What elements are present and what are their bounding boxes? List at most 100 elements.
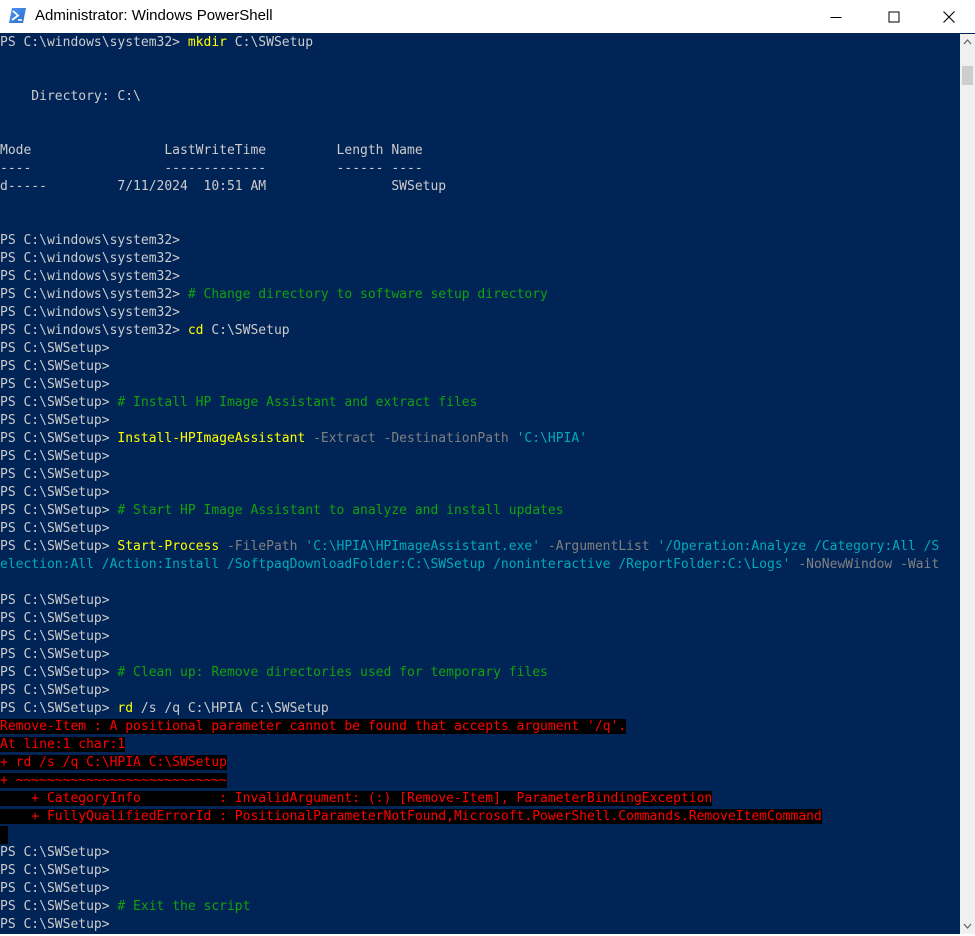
- console-line: PS C:\SWSetup>: [0, 646, 960, 664]
- console-line: Remove-Item : A positional parameter can…: [0, 718, 960, 736]
- console-line: + rd /s /q C:\HPIA C:\SWSetup: [0, 754, 960, 772]
- string-token: 'C:\HPIA': [516, 431, 588, 446]
- powershell-window: Administrator: Windows PowerShell PS C:\…: [0, 0, 975, 936]
- scroll-thumb[interactable]: [962, 66, 973, 85]
- console-line: PS C:\SWSetup> # Start HP Image Assistan…: [0, 502, 960, 520]
- command-token: Start-Process: [117, 539, 220, 554]
- parameter-token: -NoNewWindow -Wait: [790, 557, 940, 572]
- title-bar[interactable]: Administrator: Windows PowerShell: [0, 0, 975, 33]
- console-line: d----- 7/11/2024 10:51 AM SWSetup: [0, 178, 960, 196]
- console-line: Mode LastWriteTime Length Name: [0, 142, 960, 160]
- comment-token: # Start HP Image Assistant to analyze an…: [117, 503, 564, 518]
- close-button[interactable]: [923, 0, 975, 33]
- console-text: PS C:\SWSetup>: [0, 449, 110, 464]
- console-line: PS C:\SWSetup>: [0, 844, 960, 862]
- console-text: PS C:\SWSetup>: [0, 593, 110, 608]
- console-text: PS C:\SWSetup>: [0, 359, 110, 374]
- console-text: PS C:\SWSetup>: [0, 683, 110, 698]
- console-line: PS C:\windows\system32>: [0, 250, 960, 268]
- console-line: PS C:\windows\system32> cd C:\SWSetup: [0, 322, 960, 340]
- console-line: PS C:\SWSetup>: [0, 358, 960, 376]
- parameter-token: -FilePath: [219, 539, 306, 554]
- console-line: PS C:\SWSetup>: [0, 484, 960, 502]
- error-text: + FullyQualifiedErrorId : PositionalPara…: [0, 809, 822, 824]
- console-output[interactable]: PS C:\windows\system32> mkdir C:\SWSetup…: [0, 34, 960, 934]
- console-text: PS C:\SWSetup>: [0, 701, 118, 716]
- console-text: PS C:\SWSetup>: [0, 647, 110, 662]
- console-text: PS C:\SWSetup>: [0, 611, 110, 626]
- console-line: PS C:\windows\system32>: [0, 268, 960, 286]
- console-line: PS C:\SWSetup> Start-Process -FilePath '…: [0, 538, 960, 556]
- vertical-scrollbar[interactable]: [960, 34, 975, 934]
- scroll-up-button[interactable]: [960, 34, 975, 51]
- console-text: PS C:\SWSetup>: [0, 413, 110, 428]
- console-line: + FullyQualifiedErrorId : PositionalPara…: [0, 808, 960, 826]
- console-line: PS C:\SWSetup> # Exit the script: [0, 898, 960, 916]
- string-token: election:All /Action:Install /SoftpaqDow…: [0, 557, 791, 572]
- comment-token: # Clean up: Remove directories used for …: [117, 665, 548, 680]
- console-line: PS C:\SWSetup> rd /s /q C:\HPIA C:\SWSet…: [0, 700, 960, 718]
- command-token: Install-HPImageAssistant: [117, 431, 306, 446]
- console-line: ---- ------------- ------ ----: [0, 160, 960, 178]
- console-text: PS C:\SWSetup>: [0, 665, 118, 680]
- console-text: C:\SWSetup: [203, 323, 290, 338]
- error-text: Remove-Item : A positional parameter can…: [0, 719, 627, 734]
- console-line: At line:1 char:1: [0, 736, 960, 754]
- command-token: rd: [117, 701, 134, 716]
- console-text: PS C:\SWSetup>: [0, 629, 110, 644]
- console-text: d----- 7/11/2024 10:51 AM SWSetup: [0, 179, 447, 194]
- console-text: PS C:\windows\system32>: [0, 35, 188, 50]
- console-line: PS C:\SWSetup>: [0, 340, 960, 358]
- console-line: PS C:\SWSetup> Install-HPImageAssistant …: [0, 430, 960, 448]
- comment-token: # Install HP Image Assistant and extract…: [117, 395, 478, 410]
- console-line: PS C:\SWSetup>: [0, 520, 960, 538]
- console-text: PS C:\windows\system32>: [0, 251, 181, 266]
- console-line: + CategoryInfo : InvalidArgument: (:) [R…: [0, 790, 960, 808]
- scroll-up-arrow-icon: [960, 36, 975, 55]
- console-line: PS C:\SWSetup>: [0, 466, 960, 484]
- console-line: PS C:\SWSetup> # Install HP Image Assist…: [0, 394, 960, 412]
- console-line: PS C:\SWSetup> # Clean up: Remove direct…: [0, 664, 960, 682]
- string-token: '/Operation:Analyze /Category:All /S: [657, 539, 940, 554]
- console-text: PS C:\SWSetup>: [0, 899, 118, 914]
- console-line: PS C:\windows\system32>: [0, 304, 960, 322]
- console-line: PS C:\SWSetup>: [0, 592, 960, 610]
- console-text: PS C:\SWSetup>: [0, 485, 110, 500]
- console-line: PS C:\SWSetup>: [0, 916, 960, 934]
- console-text: PS C:\SWSetup>: [0, 845, 110, 860]
- error-text: At line:1 char:1: [0, 737, 126, 752]
- console-text: PS C:\SWSetup>: [0, 467, 110, 482]
- comment-token: # Change directory to software setup dir…: [187, 287, 548, 302]
- console-line: PS C:\windows\system32> mkdir C:\SWSetup: [0, 34, 960, 52]
- minimize-button[interactable]: [807, 0, 865, 33]
- console-line: [0, 826, 960, 844]
- scroll-down-button[interactable]: [960, 917, 975, 934]
- console-text: Mode LastWriteTime Length Name: [0, 143, 423, 158]
- console-text: PS C:\SWSetup>: [0, 431, 118, 446]
- console-text: PS C:\SWSetup>: [0, 863, 110, 878]
- console-text: C:\SWSetup: [226, 35, 314, 50]
- console-text: PS C:\SWSetup>: [0, 395, 118, 410]
- console-line: PS C:\SWSetup>: [0, 628, 960, 646]
- error-text: + CategoryInfo : InvalidArgument: (:) [R…: [0, 791, 713, 806]
- console-line: PS C:\SWSetup>: [0, 880, 960, 898]
- console-line: PS C:\SWSetup>: [0, 412, 960, 430]
- console-line: election:All /Action:Install /SoftpaqDow…: [0, 556, 960, 574]
- console-line: PS C:\SWSetup>: [0, 610, 960, 628]
- parameter-token: -Extract -DestinationPath: [305, 431, 517, 446]
- console-text: PS C:\windows\system32>: [0, 269, 181, 284]
- console-text: PS C:\SWSetup>: [0, 521, 110, 536]
- maximize-button[interactable]: [865, 0, 923, 33]
- parameter-token: -ArgumentList: [540, 539, 658, 554]
- console-text: PS C:\windows\system32>: [0, 323, 188, 338]
- console-line: Directory: C:\: [0, 88, 960, 106]
- powershell-icon: [9, 8, 26, 23]
- comment-token: # Exit the script: [117, 899, 251, 914]
- error-text: + rd /s /q C:\HPIA C:\SWSetup: [0, 755, 227, 770]
